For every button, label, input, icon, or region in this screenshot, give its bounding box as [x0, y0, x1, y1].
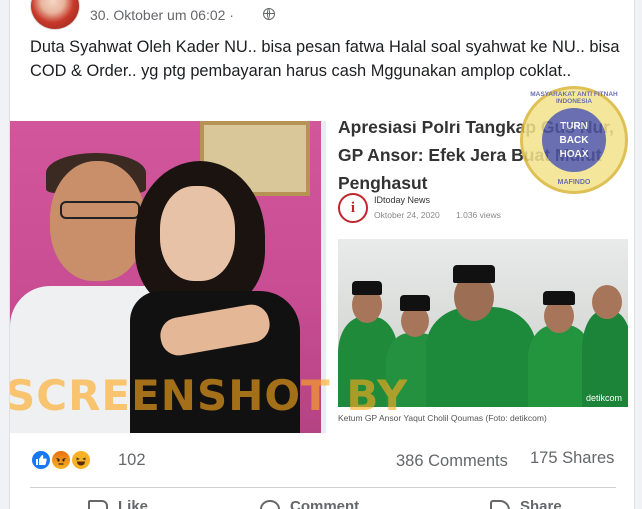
turnbackhoax-stamp: MASYARAKAT ANTI FITNAH INDONESIA TURN BA… — [520, 86, 628, 194]
globe-icon — [263, 8, 275, 20]
news-views: 1.036 views — [456, 210, 501, 220]
like-button[interactable]: Like — [118, 498, 148, 509]
like-icon — [30, 449, 52, 471]
stamp-ring-text: MASYARAKAT ANTI FITNAH INDONESIA — [530, 91, 618, 105]
news-logo-icon: i — [338, 193, 368, 223]
post-card: 30. Oktober um 06:02 · Duta Syahwat Oleh… — [9, 0, 635, 509]
comment-icon — [260, 500, 280, 509]
news-source: IDtoday News — [374, 195, 431, 205]
haha-icon — [70, 449, 92, 471]
news-date: Oktober 24, 2020 — [374, 210, 440, 220]
shares-count[interactable]: 175 Shares — [530, 449, 614, 468]
reaction-count[interactable]: 102 — [118, 451, 146, 470]
comments-count[interactable]: 386 Comments — [396, 452, 508, 471]
share-icon — [490, 500, 510, 509]
watermark: SCREENSHOT BY — [9, 371, 409, 420]
stamp-bottom-text: MAFINDO — [557, 179, 591, 186]
divider — [30, 487, 616, 488]
stamp-center: TURN BACK HOAX — [542, 108, 606, 172]
like-button-icon — [88, 500, 108, 509]
angry-icon — [50, 449, 72, 471]
avatar[interactable] — [30, 0, 80, 30]
comment-button[interactable]: Comment — [290, 498, 359, 509]
post-text: Duta Syahwat Oleh Kader NU.. bisa pesan … — [30, 38, 620, 80]
photo-credit: detikcom — [585, 393, 622, 403]
share-button[interactable]: Share — [520, 498, 562, 509]
post-timestamp[interactable]: 30. Oktober um 06:02 · — [90, 7, 234, 23]
